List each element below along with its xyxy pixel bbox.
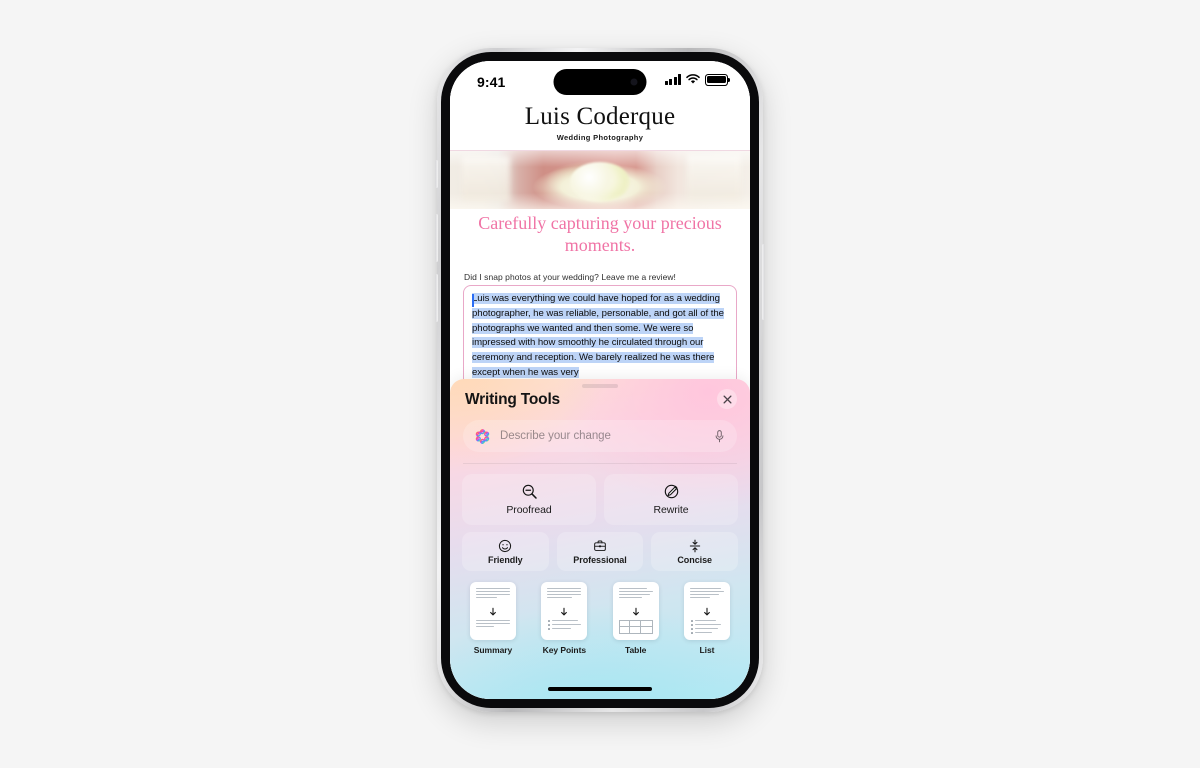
concise-button[interactable]: Concise [651, 532, 739, 571]
table-grid [618, 620, 653, 634]
summary-label: Summary [473, 645, 513, 655]
brand-subtitle: Wedding Photography [556, 133, 644, 142]
primary-actions-row: Proofread Rewrite [462, 474, 738, 525]
proofread-label: Proofread [506, 504, 552, 516]
sheet-drag-handle[interactable] [582, 384, 618, 388]
hero-photo [450, 151, 750, 209]
document-key-points-icon [541, 582, 588, 640]
key-points-label: Key Points [542, 645, 587, 655]
compress-arrows-icon [689, 539, 700, 552]
list-label: List [699, 645, 715, 655]
home-indicator-bar[interactable] [548, 687, 652, 691]
rewrite-label: Rewrite [653, 504, 689, 516]
professional-button[interactable]: Professional [556, 532, 644, 571]
key-points-button[interactable]: Key Points [533, 582, 595, 655]
briefcase-icon [594, 540, 606, 551]
iphone-device: Luis Coderque Wedding Photography Carefu… [435, 48, 765, 712]
document-actions-row: Summary Key Points Table List [462, 582, 738, 655]
device-screen: Luis Coderque Wedding Photography Carefu… [450, 61, 750, 699]
list-button[interactable]: List [676, 582, 738, 655]
proofread-button[interactable]: Proofread [462, 474, 596, 525]
volume-down-button[interactable] [435, 274, 438, 322]
download-arrow-icon [632, 607, 639, 616]
smiley-face-icon [499, 539, 512, 552]
microphone-icon[interactable] [713, 429, 726, 443]
document-list-icon [683, 582, 730, 640]
power-button[interactable] [762, 244, 765, 320]
text-caret [472, 294, 474, 307]
brand-name: Luis Coderque [524, 103, 676, 130]
rewrite-button[interactable]: Rewrite [604, 474, 738, 525]
download-arrow-icon [704, 607, 710, 616]
document-summary-icon [470, 582, 516, 640]
apple-intelligence-icon [475, 428, 490, 444]
friendly-button[interactable]: Friendly [462, 532, 549, 571]
download-arrow-icon [561, 607, 568, 616]
close-icon [722, 394, 732, 404]
selected-text: Luis was everything we could have hoped … [472, 293, 724, 378]
describe-change-placeholder: Describe your change [500, 430, 611, 442]
panel-title: Writing Tools [465, 391, 560, 408]
download-arrow-icon [490, 607, 496, 616]
friendly-label: Friendly [488, 554, 523, 565]
review-text-body: Luis was everything we could have hoped … [472, 292, 728, 381]
table-button[interactable]: Table [605, 582, 667, 655]
site-tagline: Carefully capturing your precious moment… [478, 213, 722, 255]
panel-divider [463, 463, 737, 464]
document-table-icon [612, 582, 659, 640]
site-header: Luis Coderque Wedding Photography [450, 61, 750, 151]
action-button[interactable] [435, 160, 438, 188]
review-prompt: Did I snap photos at your wedding? Leave… [464, 272, 676, 282]
volume-up-button[interactable] [435, 214, 438, 262]
summary-button[interactable]: Summary [462, 582, 524, 655]
magnifier-minus-icon [522, 484, 537, 499]
tone-actions-row: Friendly Professional Concise [462, 532, 739, 571]
close-button[interactable] [717, 389, 737, 409]
describe-change-input[interactable]: Describe your change [463, 420, 737, 452]
table-label: Table [624, 645, 647, 655]
professional-label: Professional [573, 554, 627, 565]
pencil-circle-icon [664, 484, 678, 499]
screenshot-stage: Luis Coderque Wedding Photography Carefu… [0, 0, 1200, 768]
concise-label: Concise [677, 554, 713, 565]
writing-tools-panel: Writing Tools Describe your change Proof… [450, 379, 750, 699]
